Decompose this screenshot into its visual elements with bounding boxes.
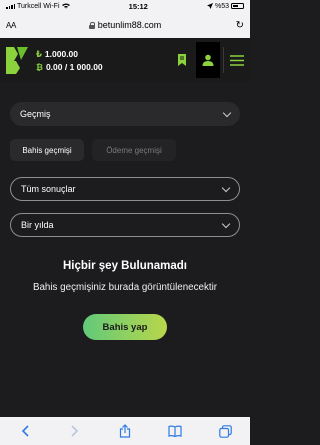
user-icon [202, 54, 214, 66]
lock-icon [88, 21, 95, 29]
chevron-down-icon [221, 183, 231, 192]
chevron-right-icon [71, 425, 79, 437]
url-text[interactable]: betunlim88.com [98, 20, 162, 30]
empty-state-title: Hiçbir şey Bulunamadı [63, 260, 187, 272]
status-bar: Turkcell Wi-Fi 15:12 %53 [0, 0, 250, 12]
history-type-select[interactable]: Geçmiş [10, 102, 240, 126]
bookmark-icon [178, 54, 186, 66]
hamburger-icon [230, 54, 244, 66]
tabs-icon [218, 424, 232, 438]
menu-button[interactable] [224, 38, 250, 82]
tabs-button[interactable] [215, 421, 235, 441]
tab-payment-history[interactable]: Ödeme geçmişi [92, 139, 176, 161]
bookmarks-button[interactable] [165, 421, 185, 441]
betslip-button[interactable] [171, 38, 193, 82]
chevron-left-icon [21, 425, 29, 437]
chevron-down-icon [222, 108, 232, 117]
lira-icon: ₺ [36, 48, 42, 59]
clock: 15:12 [128, 1, 148, 11]
empty-state-description: Bahis geçmişiniz burada görüntülenecekti… [32, 282, 218, 293]
wifi-icon [61, 3, 70, 9]
signal-icon [6, 3, 15, 9]
share-button[interactable] [115, 421, 135, 441]
address-bar[interactable]: AA betunlim88.com ↻ [6, 14, 244, 36]
browser-toolbar [0, 417, 250, 445]
profile-button[interactable] [196, 42, 220, 78]
book-icon [168, 425, 182, 437]
tab-bet-history[interactable]: Bahis geçmişi [10, 139, 84, 161]
back-button[interactable] [15, 421, 35, 441]
carrier-label: Turkcell Wi-Fi [17, 2, 60, 10]
battery-icon [231, 3, 244, 9]
reload-icon[interactable]: ↻ [224, 20, 244, 31]
results-filter-select[interactable]: Tüm sonuçlar [10, 177, 240, 201]
location-icon [206, 3, 213, 9]
history-tabs: Bahis geçmişi Ödeme geçmişi [10, 139, 176, 161]
browser-chrome-top: Turkcell Wi-Fi 15:12 %53 AA betunlim88.c… [0, 0, 250, 38]
history-page: Geçmiş Bahis geçmişi Ödeme geçmişi Tüm s… [0, 82, 250, 417]
chevron-down-icon [221, 219, 231, 228]
brand-logo[interactable] [4, 45, 30, 75]
main-balance: 1.000.00 [44, 48, 79, 59]
bonus-icon: ₿ [36, 61, 43, 72]
site-header: ₺ 1.000.00 ₿ 0.00 / 1 000.00 [0, 38, 250, 82]
period-filter-select[interactable]: Bir yılda [10, 213, 240, 237]
forward-button[interactable] [65, 421, 85, 441]
share-icon [119, 424, 131, 438]
bonus-balance: 0.00 / 1 000.00 [45, 61, 103, 72]
battery-percent: %53 [214, 2, 229, 10]
reader-settings-button[interactable]: AA [6, 21, 26, 30]
balance-panel: ₺ 1.000.00 ₿ 0.00 / 1 000.00 [36, 49, 103, 72]
place-bet-button[interactable]: Bahis yap [83, 314, 167, 340]
